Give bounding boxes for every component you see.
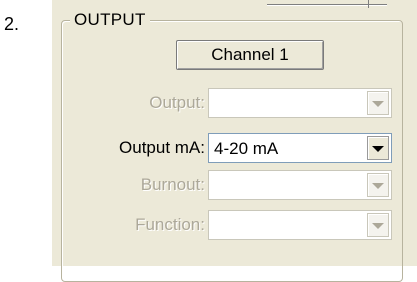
output-ma-label: Output mA: [119,138,205,157]
tab-edge [267,0,387,5]
output-ma-row: Output mA: 4-20 mA [52,133,417,163]
function-dropdown-button[interactable] [367,213,389,237]
output-ma-select[interactable]: 4-20 mA [208,133,392,163]
output-select[interactable] [208,88,392,118]
step-number: 2. [4,14,20,34]
function-select[interactable] [208,210,392,240]
tab-edge-tick [368,0,369,8]
function-label: Function: [135,215,205,234]
output-ma-select-value: 4-20 mA [214,139,279,158]
burnout-label: Burnout: [140,175,205,194]
chevron-down-icon [372,146,384,152]
burnout-row: Burnout: [52,170,417,200]
output-label: Output: [149,93,205,112]
output-panel: OUTPUT Channel 1 Output: Output mA: 4-20… [52,0,417,282]
chevron-down-icon [372,101,384,107]
channel-button[interactable]: Channel 1 [176,40,324,70]
output-ma-dropdown-button[interactable] [367,136,389,160]
chevron-down-icon [372,223,384,229]
burnout-dropdown-button[interactable] [367,173,389,197]
output-row: Output: [52,88,417,118]
burnout-select[interactable] [208,170,392,200]
function-row: Function: [52,210,417,240]
output-dropdown-button[interactable] [367,91,389,115]
groupbox-title: OUTPUT [70,10,150,30]
chevron-down-icon [372,183,384,189]
